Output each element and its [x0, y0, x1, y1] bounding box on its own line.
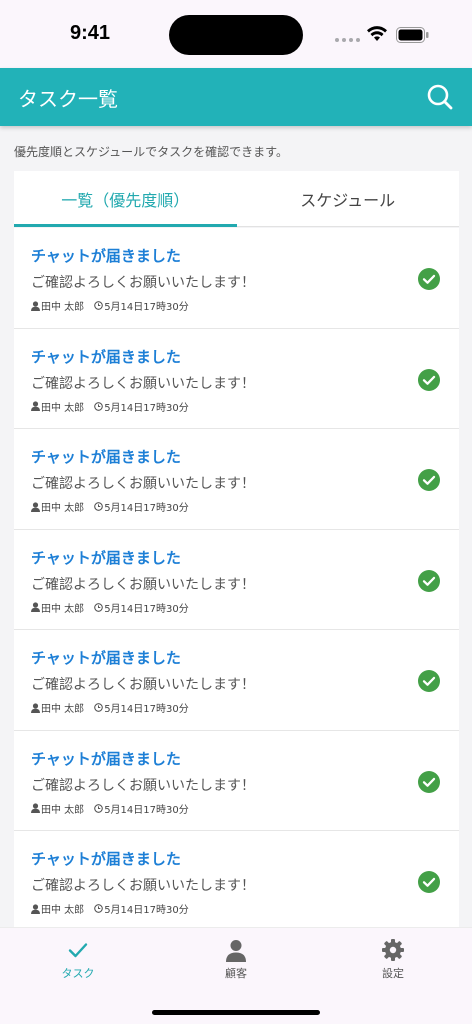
task-title: チャットが届きました: [31, 649, 181, 667]
dynamic-island: [169, 15, 303, 55]
task-user: 田中 太郎: [41, 704, 85, 715]
tabbar-label-customers: 顧客: [225, 967, 247, 980]
task-meta: 田中 太郎 5月14日17時30分: [31, 801, 189, 816]
task-item[interactable]: チャットが届きました ご確認よろしくお願いいたします！ 田中 太郎 5月14日1…: [14, 429, 459, 530]
check-circle-icon: [418, 670, 440, 692]
battery-icon: [396, 27, 429, 43]
task-item[interactable]: チャットが届きました ご確認よろしくお願いいたします！ 田中 太郎 5月14日1…: [14, 630, 459, 731]
clock-icon: [94, 301, 104, 310]
task-body: ご確認よろしくお願いいたします！: [31, 576, 255, 593]
task-item[interactable]: チャットが届きました ご確認よろしくお願いいたします！ 田中 太郎 5月14日1…: [14, 529, 459, 630]
clock-icon: [94, 904, 104, 913]
clock-icon: [94, 703, 104, 712]
status-bar: 9:41: [0, 0, 472, 68]
task-body: ご確認よろしくお願いいたします！: [31, 275, 255, 291]
check-circle-icon: [418, 569, 440, 592]
clock-icon: [94, 502, 104, 511]
clock-icon: [94, 401, 104, 411]
search-icon[interactable]: [426, 83, 454, 111]
task-title: チャットが届きました: [31, 548, 181, 567]
task-time: 5月14日17時30分: [104, 603, 189, 615]
task-body: ご確認よろしくお願いいたします！: [31, 476, 255, 492]
task-user: 田中 太郎: [41, 402, 85, 414]
task-meta: 田中 太郎 5月14日17時30分: [31, 901, 189, 916]
person-icon: [31, 501, 40, 512]
view-tabs: 一覧（優先度順） スケジュール: [14, 171, 459, 227]
task-meta: 田中 太郎 5月14日17時30分: [31, 298, 189, 313]
task-user: 田中 太郎: [41, 905, 85, 916]
check-icon: [68, 943, 88, 958]
task-user: 田中 太郎: [41, 603, 85, 615]
task-list: チャットが届きました ご確認よろしくお願いいたします！ 田中 太郎 5月14日1…: [14, 228, 459, 932]
tabbar-item-tasks[interactable]: タスク: [38, 938, 118, 981]
task-body: ご確認よろしくお願いいたします！: [31, 375, 255, 392]
task-user: 田中 太郎: [41, 804, 85, 816]
home-indicator: [152, 1010, 320, 1015]
person-icon: [226, 940, 246, 962]
tabbar-label-settings: 設定: [382, 967, 404, 980]
status-time: 9:41: [70, 22, 111, 44]
task-user: 田中 太郎: [41, 302, 85, 313]
task-title: チャットが届きました: [31, 448, 181, 466]
page-description: 優先度順とスケジュールでタスクを確認できます。: [14, 145, 288, 159]
gear-icon: [382, 939, 404, 961]
clock-icon: [94, 602, 104, 612]
task-body: ご確認よろしくお願いいたします！: [31, 777, 255, 794]
task-meta: 田中 太郎 5月14日17時30分: [31, 700, 189, 715]
check-circle-icon: [418, 770, 440, 793]
check-circle-icon: [418, 268, 440, 290]
person-icon: [31, 903, 40, 914]
task-meta: 田中 太郎 5月14日17時30分: [31, 399, 189, 414]
task-time: 5月14日17時30分: [104, 302, 189, 313]
task-meta: 田中 太郎 5月14日17時30分: [31, 499, 189, 514]
clock-icon: [94, 803, 104, 813]
cellular-signal-icon: [335, 38, 360, 42]
task-item[interactable]: チャットが届きました ご確認よろしくお願いいたします！ 田中 太郎 5月14日1…: [14, 730, 459, 831]
person-icon: [31, 702, 40, 713]
task-meta: 田中 太郎 5月14日17時30分: [31, 600, 189, 615]
tabbar-item-customers[interactable]: 顧客: [196, 938, 276, 981]
person-icon: [31, 602, 40, 612]
tabbar-label-tasks: タスク: [61, 967, 95, 980]
task-time: 5月14日17時30分: [104, 704, 189, 715]
task-time: 5月14日17時30分: [104, 402, 189, 414]
tabbar-item-settings[interactable]: 設定: [353, 938, 433, 981]
task-body: ご確認よろしくお願いいたします！: [31, 677, 255, 693]
tab-schedule[interactable]: スケジュール: [237, 171, 460, 226]
person-icon: [31, 401, 40, 411]
task-item[interactable]: チャットが届きました ご確認よろしくお願いいたします！ 田中 太郎 5月14日1…: [14, 328, 459, 429]
person-icon: [31, 803, 40, 813]
check-circle-icon: [418, 368, 440, 391]
page-title: タスク一覧: [18, 87, 118, 111]
task-title: チャットが届きました: [31, 347, 181, 366]
task-user: 田中 太郎: [41, 503, 85, 514]
task-body: ご確認よろしくお願いいたします！: [31, 878, 255, 894]
task-item[interactable]: チャットが届きました ご確認よろしくお願いいたします！ 田中 太郎 5月14日1…: [14, 228, 459, 329]
task-title: チャットが届きました: [31, 850, 181, 868]
task-item[interactable]: チャットが届きました ご確認よろしくお願いいたします！ 田中 太郎 5月14日1…: [14, 831, 459, 932]
check-circle-icon: [418, 871, 440, 893]
app-header: タスク一覧: [0, 68, 472, 126]
wifi-icon: [367, 26, 387, 41]
task-title: チャットが届きました: [31, 749, 181, 768]
check-circle-icon: [418, 469, 440, 491]
person-icon: [31, 300, 40, 311]
task-title: チャットが届きました: [31, 247, 181, 265]
task-time: 5月14日17時30分: [104, 804, 189, 816]
tab-priority-list[interactable]: 一覧（優先度順）: [14, 171, 237, 227]
task-time: 5月14日17時30分: [104, 905, 189, 916]
task-time: 5月14日17時30分: [104, 503, 189, 514]
